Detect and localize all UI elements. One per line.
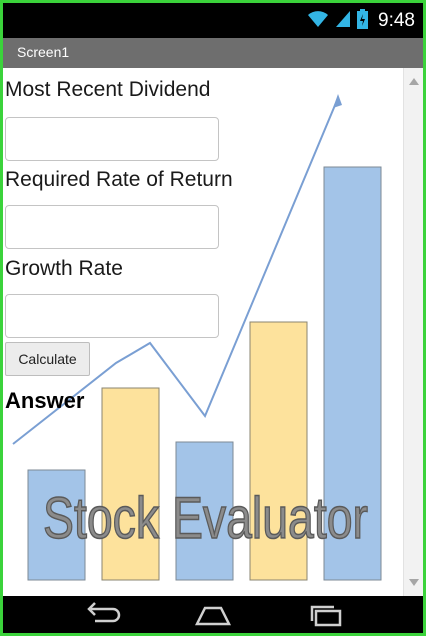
wifi-icon bbox=[307, 10, 329, 33]
dividend-label: Most Recent Dividend bbox=[5, 78, 211, 101]
dividend-input[interactable] bbox=[5, 117, 219, 161]
answer-label: Answer bbox=[5, 388, 85, 413]
clock-text: 9:48 bbox=[378, 10, 415, 31]
back-icon[interactable] bbox=[83, 602, 123, 628]
battery-icon bbox=[357, 8, 369, 34]
screen-title: Screen1 bbox=[17, 44, 70, 60]
screen-content: Stock Evaluator Most Recent Dividend Req… bbox=[3, 68, 423, 596]
title-bar: Screen1 bbox=[3, 38, 423, 68]
navigation-bar bbox=[3, 596, 423, 633]
growth-label: Growth Rate bbox=[5, 257, 123, 280]
growth-input[interactable] bbox=[5, 294, 219, 338]
app-window: 9:48 Screen1 Stock Evaluator Most Recent… bbox=[3, 3, 423, 633]
home-icon[interactable] bbox=[193, 602, 233, 628]
calculate-button[interactable]: Calculate bbox=[5, 342, 90, 376]
logo-bar-2 bbox=[101, 387, 160, 581]
rate-input[interactable] bbox=[5, 205, 219, 249]
logo-trend-arrowhead bbox=[333, 94, 342, 108]
rate-label: Required Rate of Return bbox=[5, 168, 233, 191]
scroll-down-icon[interactable] bbox=[409, 579, 419, 586]
scroll-up-icon[interactable] bbox=[409, 78, 419, 85]
signal-icon bbox=[335, 10, 351, 33]
recents-icon[interactable] bbox=[306, 602, 346, 628]
status-bar: 9:48 bbox=[3, 3, 423, 38]
logo-text: Stock Evaluator bbox=[43, 486, 368, 551]
vertical-scrollbar[interactable] bbox=[403, 68, 423, 596]
